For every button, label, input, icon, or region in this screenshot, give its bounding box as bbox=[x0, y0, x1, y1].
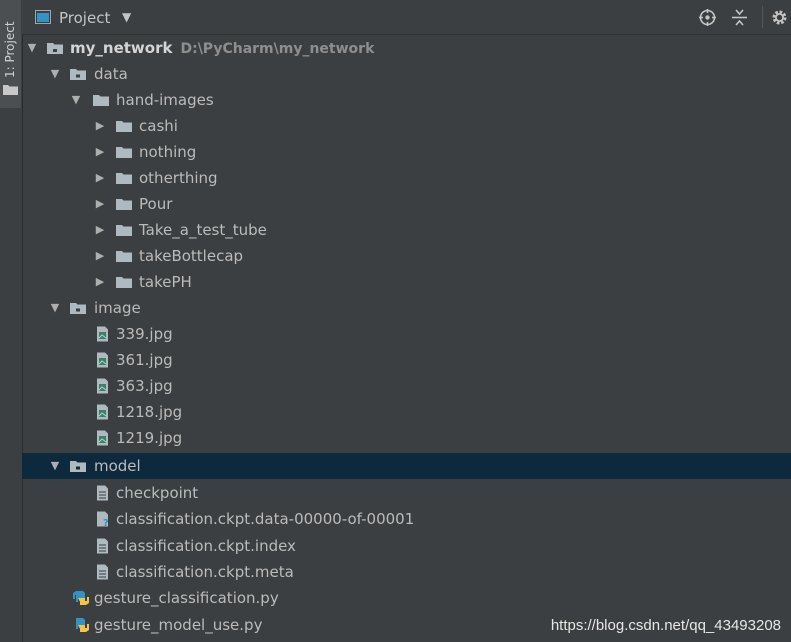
tree-row-model-file[interactable]: checkpoint bbox=[22, 480, 791, 506]
folder-icon bbox=[70, 461, 86, 472]
python-file-icon bbox=[73, 591, 89, 605]
chevron-down-icon[interactable]: ▼ bbox=[122, 10, 131, 24]
project-panel-header: Project ▼ bbox=[22, 0, 791, 35]
tree-row-hand-child[interactable]: ▶ nothing bbox=[22, 139, 791, 165]
image-file-icon bbox=[97, 326, 108, 342]
file-label: classification.ckpt.index bbox=[116, 537, 296, 555]
folder-label: Take_a_test_tube bbox=[139, 221, 267, 239]
tree-row-image-file[interactable]: 363.jpg bbox=[22, 373, 791, 399]
collapsed-arrow-icon[interactable]: ▶ bbox=[94, 243, 106, 269]
project-tree: ▼ my_network D:\PyCharm\my_network ▼ data… bbox=[22, 35, 791, 642]
folder-label: takePH bbox=[139, 273, 192, 291]
project-view-icon bbox=[35, 10, 51, 24]
folder-label: hand-images bbox=[116, 91, 214, 109]
gear-icon[interactable] bbox=[771, 9, 788, 26]
file-label: 361.jpg bbox=[116, 351, 173, 369]
expanded-arrow-icon[interactable]: ▼ bbox=[49, 295, 61, 321]
folder-icon bbox=[70, 303, 86, 314]
file-label: 1218.jpg bbox=[116, 403, 183, 421]
svg-text:?: ? bbox=[103, 518, 109, 527]
collapsed-arrow-icon[interactable]: ▶ bbox=[94, 113, 106, 139]
tree-row-hand-child[interactable]: ▶ takePH bbox=[22, 269, 791, 295]
file-label: classification.ckpt.data-00000-of-00001 bbox=[116, 510, 415, 528]
folder-icon bbox=[3, 85, 18, 95]
folder-label: cashi bbox=[139, 117, 178, 135]
folder-label: otherthing bbox=[139, 169, 218, 187]
folder-icon bbox=[93, 95, 109, 106]
folder-label: nothing bbox=[139, 143, 197, 161]
file-label: 339.jpg bbox=[116, 325, 173, 343]
tree-row-image[interactable]: ▼ image bbox=[22, 295, 791, 321]
tree-row-image-file[interactable]: 339.jpg bbox=[22, 321, 791, 347]
tree-row-model-file[interactable]: classification.ckpt.meta bbox=[22, 559, 791, 585]
tree-row-hand-child[interactable]: ▶ Pour bbox=[22, 191, 791, 217]
tree-row-hand-child[interactable]: ▶ cashi bbox=[22, 113, 791, 139]
folder-label: takeBottlecap bbox=[139, 247, 244, 265]
project-tab-label: 1: Project bbox=[3, 21, 17, 78]
collapsed-arrow-icon[interactable]: ▶ bbox=[94, 165, 106, 191]
text-file-icon bbox=[97, 564, 108, 580]
unknown-file-icon: ? bbox=[97, 511, 109, 527]
file-label: gesture_model_use.py bbox=[94, 616, 263, 634]
collapsed-arrow-icon[interactable]: ▶ bbox=[94, 269, 106, 295]
file-label: checkpoint bbox=[116, 484, 199, 502]
folder-label: Pour bbox=[139, 195, 173, 213]
image-file-icon bbox=[97, 430, 108, 446]
folder-icon bbox=[116, 173, 132, 184]
file-label: classification.ckpt.meta bbox=[116, 563, 294, 581]
tree-row-data[interactable]: ▼ data bbox=[22, 61, 791, 87]
expanded-arrow-icon[interactable]: ▼ bbox=[49, 453, 61, 479]
tree-row-image-file[interactable]: 361.jpg bbox=[22, 347, 791, 373]
toolbar-separator bbox=[762, 6, 763, 28]
folder-icon bbox=[116, 251, 132, 262]
text-file-icon bbox=[97, 538, 108, 554]
image-file-icon bbox=[97, 404, 108, 420]
python-file-icon bbox=[76, 618, 89, 632]
tree-row-hand-child[interactable]: ▶ otherthing bbox=[22, 165, 791, 191]
tree-row-image-file[interactable]: 1218.jpg bbox=[22, 399, 791, 425]
expanded-arrow-icon[interactable]: ▼ bbox=[70, 87, 82, 113]
folder-icon bbox=[116, 277, 132, 288]
tree-row-py-file[interactable]: gesture_classification.py bbox=[22, 585, 791, 611]
folder-icon bbox=[116, 147, 132, 158]
expanded-arrow-icon[interactable]: ▼ bbox=[26, 35, 38, 61]
tree-row-model-file[interactable]: classification.ckpt.index bbox=[22, 533, 791, 559]
tree-row-hand-images[interactable]: ▼ hand-images bbox=[22, 87, 791, 113]
collapse-all-icon[interactable] bbox=[731, 9, 748, 26]
text-file-icon bbox=[97, 485, 108, 501]
image-file-icon bbox=[97, 352, 108, 368]
crosshair-icon[interactable] bbox=[699, 9, 716, 26]
collapsed-arrow-icon[interactable]: ▶ bbox=[94, 191, 106, 217]
folder-icon bbox=[47, 43, 63, 54]
tree-row-hand-child[interactable]: ▶ Take_a_test_tube bbox=[22, 217, 791, 243]
watermark-text: https://blog.csdn.net/qq_43493208 bbox=[550, 617, 781, 634]
tree-row-image-file[interactable]: 1219.jpg bbox=[22, 425, 791, 451]
collapsed-arrow-icon[interactable]: ▶ bbox=[94, 217, 106, 243]
folder-label: data bbox=[94, 65, 128, 83]
expanded-arrow-icon[interactable]: ▼ bbox=[49, 61, 61, 87]
project-view-selector[interactable]: Project bbox=[59, 9, 110, 27]
folder-label: model bbox=[94, 457, 141, 475]
file-label: 1219.jpg bbox=[116, 429, 183, 447]
file-label: 363.jpg bbox=[116, 377, 173, 395]
folder-icon bbox=[116, 121, 132, 132]
folder-icon bbox=[116, 225, 132, 236]
tree-row-model-file[interactable]: ? classification.ckpt.data-00000-of-0000… bbox=[22, 506, 791, 532]
project-tool-window-tab[interactable]: 1: Project bbox=[0, 0, 21, 108]
file-label: gesture_classification.py bbox=[94, 589, 279, 607]
root-folder-path: D:\PyCharm\my_network bbox=[180, 41, 375, 57]
collapsed-arrow-icon[interactable]: ▶ bbox=[94, 139, 106, 165]
image-file-icon bbox=[97, 378, 108, 394]
tree-row-hand-child[interactable]: ▶ takeBottlecap bbox=[22, 243, 791, 269]
folder-label: image bbox=[94, 299, 141, 317]
root-folder-label: my_network D:\PyCharm\my_network bbox=[70, 39, 375, 57]
folder-icon bbox=[70, 69, 86, 80]
tree-row-root[interactable]: ▼ my_network D:\PyCharm\my_network bbox=[22, 35, 791, 61]
folder-icon bbox=[116, 199, 132, 210]
tool-window-strip: 1: Project bbox=[0, 0, 23, 642]
tree-row-model[interactable]: ▼ model bbox=[22, 453, 791, 479]
